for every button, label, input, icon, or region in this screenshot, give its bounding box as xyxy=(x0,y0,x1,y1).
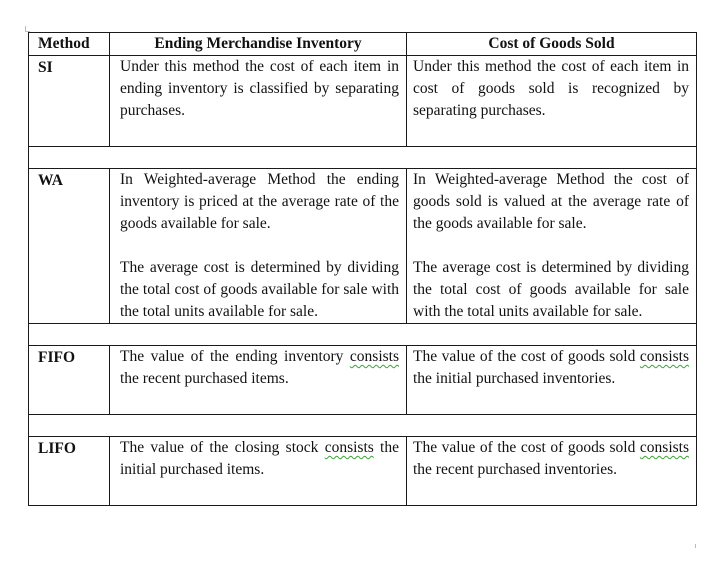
ending-inventory-cell: In Weighted-average Method the ending in… xyxy=(109,168,407,324)
text-segment: the recent purchased inventories. xyxy=(413,461,617,478)
header-method: Method xyxy=(28,32,110,56)
spellcheck-flagged-word[interactable]: consists xyxy=(325,439,374,456)
ending-inventory-cell: The value of the closing stock consists … xyxy=(109,436,407,506)
header-cost-of-goods-sold: Cost of Goods Sold xyxy=(406,32,697,56)
table-row-wa: WA In Weighted-average Method the ending… xyxy=(28,168,697,324)
table-row-fifo: FIFO The value of the ending inventory c… xyxy=(28,345,697,415)
table-row-si: SI Under this method the cost of each it… xyxy=(28,55,697,147)
paragraph: The average cost is determined by dividi… xyxy=(120,259,399,320)
cogs-cell: In Weighted-average Method the cost of g… xyxy=(406,168,697,324)
text-segment: The value of the ending inventory xyxy=(120,348,344,365)
method-label: LIFO xyxy=(28,436,110,506)
header-ending-inventory: Ending Merchandise Inventory xyxy=(109,32,407,56)
text-segment: the initial purchased inventories. xyxy=(413,370,616,387)
spacer-row xyxy=(28,414,697,437)
spellcheck-flagged-word[interactable]: consists xyxy=(640,348,689,365)
text-segment: The value of the cost of goods sold xyxy=(413,348,636,365)
table-end-mark xyxy=(695,544,699,548)
inventory-methods-table: Method Ending Merchandise Inventory Cost… xyxy=(28,32,697,506)
ending-inventory-cell: Under this method the cost of each item … xyxy=(109,55,407,147)
cogs-cell: The value of the cost of goods sold cons… xyxy=(406,436,697,506)
cogs-cell: The value of the cost of goods sold cons… xyxy=(406,345,697,415)
paragraph: In Weighted-average Method the cost of g… xyxy=(413,171,689,232)
spellcheck-flagged-word[interactable]: consists xyxy=(350,348,399,365)
spacer-cell xyxy=(28,414,697,437)
header-row: Method Ending Merchandise Inventory Cost… xyxy=(28,32,697,56)
method-label: SI xyxy=(28,55,110,147)
method-label: WA xyxy=(28,168,110,324)
spellcheck-flagged-word[interactable]: consists xyxy=(640,439,689,456)
spacer-row xyxy=(28,323,697,346)
text-segment: The value of the cost of goods sold xyxy=(413,439,636,456)
paragraph: In Weighted-average Method the ending in… xyxy=(120,171,399,232)
spacer-row xyxy=(28,146,697,169)
paragraph: The average cost is determined by dividi… xyxy=(413,259,689,320)
ending-inventory-cell: The value of the ending inventory consis… xyxy=(109,345,407,415)
cogs-cell: Under this method the cost of each item … xyxy=(406,55,697,147)
text-segment: the recent purchased items. xyxy=(120,370,289,387)
text-segment: The value of the closing stock xyxy=(120,439,319,456)
spacer-cell xyxy=(28,323,697,346)
table-row-lifo: LIFO The value of the closing stock cons… xyxy=(28,436,697,506)
spacer-cell xyxy=(28,146,697,169)
method-label: FIFO xyxy=(28,345,110,415)
